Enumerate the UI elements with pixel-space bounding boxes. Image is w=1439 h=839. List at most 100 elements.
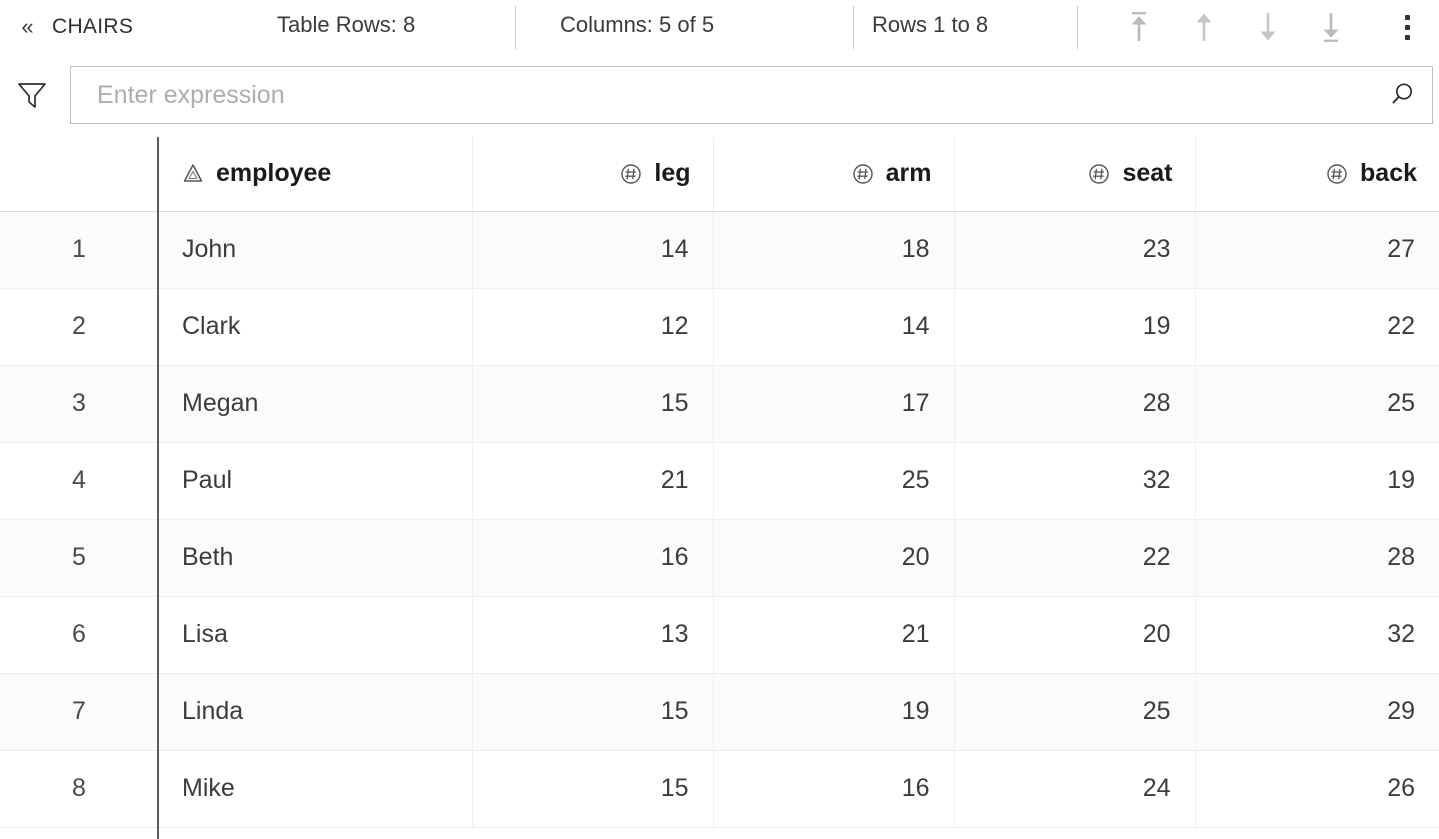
cell-leg[interactable]: 15 bbox=[472, 365, 714, 443]
table-row[interactable]: 3 Megan 15 17 28 25 bbox=[0, 365, 1439, 443]
previous-page-button[interactable] bbox=[1183, 6, 1225, 48]
toolbar-divider-3 bbox=[1077, 6, 1078, 49]
cell-seat[interactable]: 19 bbox=[954, 288, 1196, 366]
cell-seat[interactable]: 23 bbox=[954, 211, 1196, 289]
table-row[interactable]: 5 Beth 16 20 22 28 bbox=[0, 519, 1439, 597]
cell-employee[interactable]: Paul bbox=[158, 442, 473, 520]
chevron-double-left-icon: « bbox=[21, 13, 33, 39]
cell-seat[interactable]: 28 bbox=[954, 365, 1196, 443]
cell-employee[interactable]: Linda bbox=[158, 673, 473, 751]
table-viewer: « CHAIRS Table Rows: 8 Columns: 5 of 5 R… bbox=[0, 0, 1439, 839]
cell-seat[interactable]: 22 bbox=[954, 519, 1196, 597]
row-index-cell: 4 bbox=[0, 442, 158, 520]
column-header-employee[interactable]: employee bbox=[158, 137, 473, 212]
kebab-menu-icon-dot bbox=[1404, 24, 1410, 30]
table-row[interactable]: 7 Linda 15 19 25 29 bbox=[0, 673, 1439, 751]
first-page-button[interactable] bbox=[1118, 6, 1160, 48]
row-range-label: Rows 1 to 8 bbox=[872, 12, 989, 37]
number-type-icon bbox=[1324, 161, 1350, 187]
cell-leg[interactable]: 16 bbox=[472, 519, 714, 597]
cell-arm[interactable]: 20 bbox=[713, 519, 955, 597]
next-page-icon bbox=[1255, 10, 1281, 44]
next-page-button[interactable] bbox=[1247, 6, 1289, 48]
cell-leg[interactable]: 21 bbox=[472, 442, 714, 520]
top-toolbar: « CHAIRS Table Rows: 8 Columns: 5 of 5 R… bbox=[0, 0, 1439, 53]
table-row[interactable]: 6 Lisa 13 21 20 32 bbox=[0, 596, 1439, 674]
toolbar-divider-2 bbox=[853, 6, 854, 49]
cell-arm[interactable]: 19 bbox=[713, 673, 955, 751]
toolbar-divider-1 bbox=[515, 6, 516, 49]
first-page-icon bbox=[1126, 10, 1152, 44]
cell-employee[interactable]: Beth bbox=[158, 519, 473, 597]
columns-count: Columns: 5 of 5 bbox=[560, 12, 715, 37]
cell-leg[interactable]: 13 bbox=[472, 596, 714, 674]
table-row[interactable]: 8 Mike 15 16 24 26 bbox=[0, 750, 1439, 828]
cell-arm[interactable]: 16 bbox=[713, 750, 955, 828]
row-index-cell: 7 bbox=[0, 673, 158, 751]
cell-employee[interactable]: John bbox=[158, 211, 473, 289]
cell-arm[interactable]: 18 bbox=[713, 211, 955, 289]
search-icon[interactable] bbox=[1384, 78, 1418, 112]
column-header-back[interactable]: back bbox=[1195, 137, 1439, 212]
kebab-menu-icon-dot bbox=[1404, 14, 1410, 20]
filter-funnel-icon[interactable] bbox=[12, 75, 52, 115]
column-header-seat[interactable]: seat bbox=[954, 137, 1196, 212]
table-body: 1 John 14 18 23 27 2 Clark 12 14 19 22 3 Megan 15 17 28 2… bbox=[0, 211, 1439, 828]
cell-back[interactable]: 27 bbox=[1195, 211, 1439, 289]
row-index-cell: 5 bbox=[0, 519, 158, 597]
column-header-index bbox=[0, 137, 158, 212]
cell-back[interactable]: 22 bbox=[1195, 288, 1439, 366]
last-page-button[interactable] bbox=[1310, 6, 1352, 48]
table-title: CHAIRS bbox=[52, 14, 134, 38]
row-index-cell: 3 bbox=[0, 365, 158, 443]
cell-leg[interactable]: 12 bbox=[472, 288, 714, 366]
table-row[interactable]: 2 Clark 12 14 19 22 bbox=[0, 288, 1439, 366]
last-page-icon bbox=[1318, 10, 1344, 44]
cell-employee[interactable]: Lisa bbox=[158, 596, 473, 674]
kebab-menu-icon-dot bbox=[1404, 34, 1410, 40]
number-type-icon bbox=[618, 161, 644, 187]
cell-seat[interactable]: 20 bbox=[954, 596, 1196, 674]
cell-employee[interactable]: Megan bbox=[158, 365, 473, 443]
column-header-label: employee bbox=[216, 159, 332, 188]
column-header-label: seat bbox=[1122, 159, 1173, 188]
table-row[interactable]: 4 Paul 21 25 32 19 bbox=[0, 442, 1439, 520]
cell-arm[interactable]: 14 bbox=[713, 288, 955, 366]
column-header-arm[interactable]: arm bbox=[713, 137, 955, 212]
data-table: employee leg arm seat back 1 John 14 18 … bbox=[0, 137, 1439, 828]
cell-back[interactable]: 28 bbox=[1195, 519, 1439, 597]
data-table-area: employee leg arm seat back 1 John 14 18 … bbox=[0, 137, 1439, 839]
cell-leg[interactable]: 14 bbox=[472, 211, 714, 289]
column-header-label: back bbox=[1360, 159, 1417, 188]
column-header-label: arm bbox=[885, 159, 932, 188]
cell-arm[interactable]: 17 bbox=[713, 365, 955, 443]
expression-input[interactable] bbox=[71, 67, 1432, 123]
cell-back[interactable]: 25 bbox=[1195, 365, 1439, 443]
collapse-panel-button[interactable]: « bbox=[10, 10, 44, 44]
table-header-row: employee leg arm seat back bbox=[0, 137, 1439, 212]
cell-employee[interactable]: Clark bbox=[158, 288, 473, 366]
row-index-cell: 6 bbox=[0, 596, 158, 674]
cell-back[interactable]: 32 bbox=[1195, 596, 1439, 674]
cell-back[interactable]: 19 bbox=[1195, 442, 1439, 520]
cell-arm[interactable]: 25 bbox=[713, 442, 955, 520]
column-header-label: leg bbox=[654, 159, 691, 188]
cell-employee[interactable]: Mike bbox=[158, 750, 473, 828]
number-type-icon bbox=[850, 161, 876, 187]
cell-seat[interactable]: 24 bbox=[954, 750, 1196, 828]
cell-arm[interactable]: 21 bbox=[713, 596, 955, 674]
column-header-leg[interactable]: leg bbox=[472, 137, 714, 212]
cell-seat[interactable]: 25 bbox=[954, 673, 1196, 751]
more-options-button[interactable] bbox=[1390, 6, 1424, 48]
previous-page-icon bbox=[1191, 10, 1217, 44]
cell-back[interactable]: 26 bbox=[1195, 750, 1439, 828]
string-type-icon bbox=[180, 161, 206, 187]
row-index-cell: 1 bbox=[0, 211, 158, 289]
cell-back[interactable]: 29 bbox=[1195, 673, 1439, 751]
table-row[interactable]: 1 John 14 18 23 27 bbox=[0, 211, 1439, 289]
cell-leg[interactable]: 15 bbox=[472, 673, 714, 751]
filter-bar bbox=[0, 53, 1439, 137]
cell-leg[interactable]: 15 bbox=[472, 750, 714, 828]
table-rows-count: Table Rows: 8 bbox=[277, 12, 416, 37]
cell-seat[interactable]: 32 bbox=[954, 442, 1196, 520]
